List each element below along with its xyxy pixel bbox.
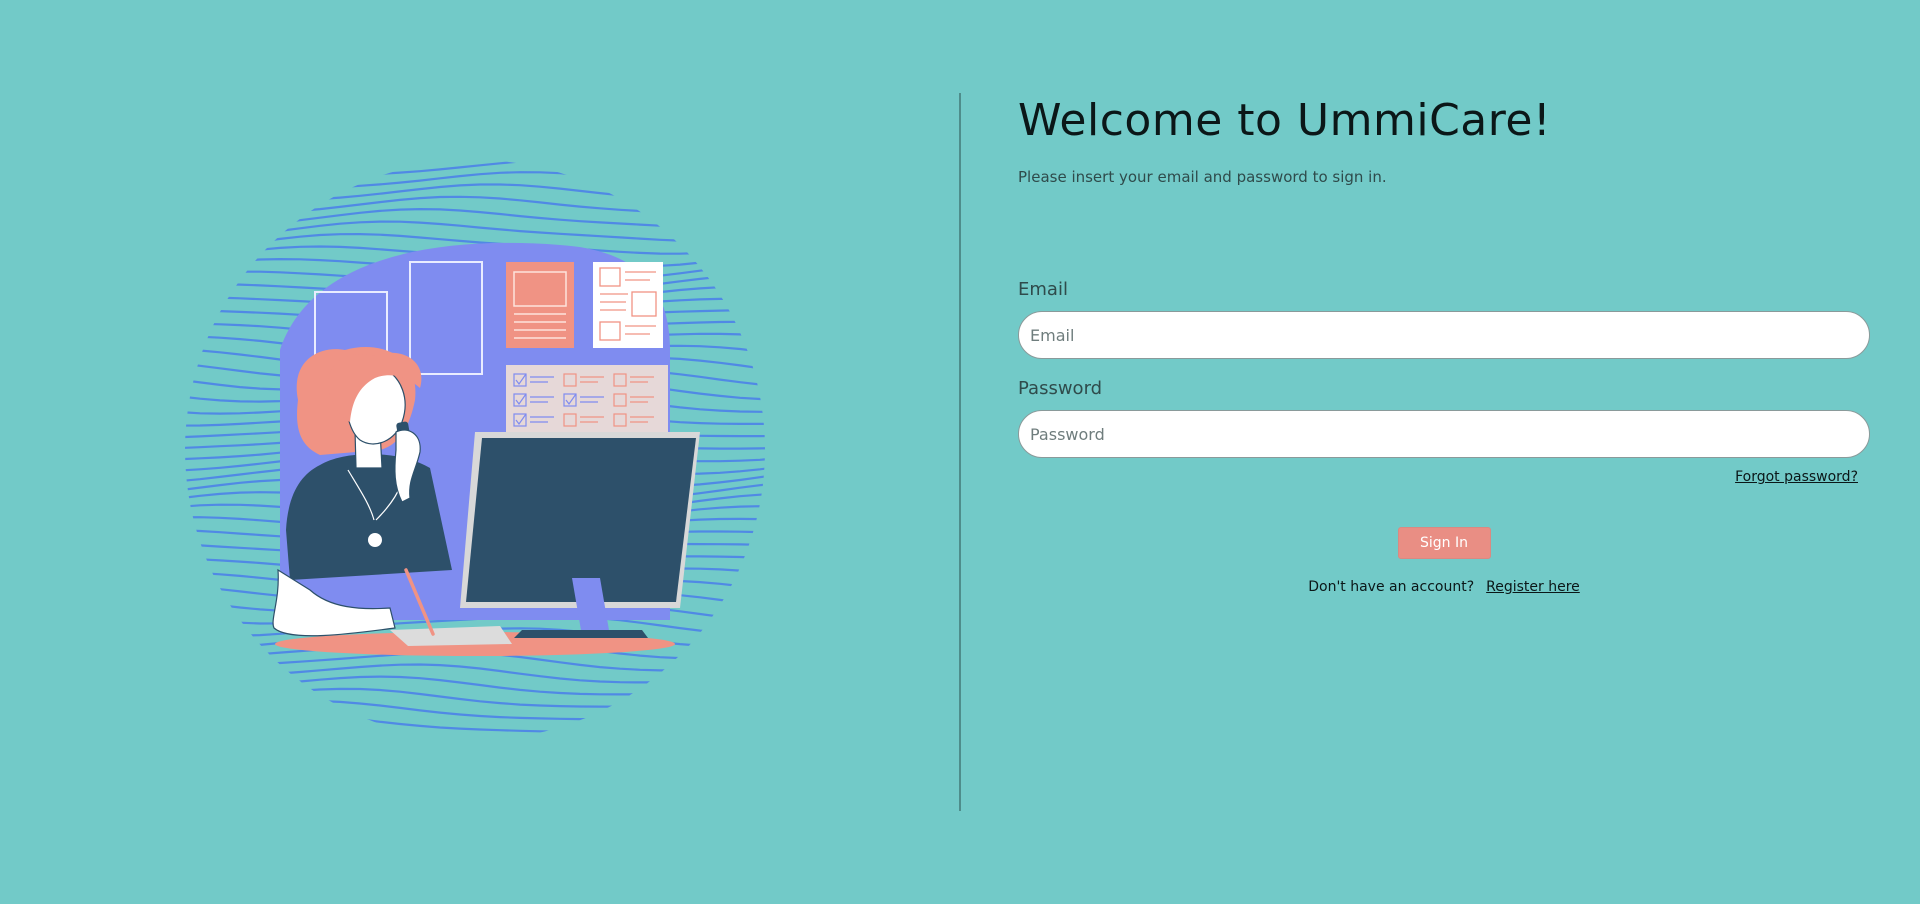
wave-line (185, 207, 765, 230)
wave-line (185, 220, 765, 243)
wave-line (185, 160, 765, 169)
wave-line (185, 663, 765, 684)
wave-line (185, 675, 765, 696)
computer-monitor (460, 432, 700, 638)
password-field-wrapper (1018, 410, 1870, 458)
wave-line (185, 183, 765, 205)
wave-line (185, 160, 765, 181)
wave-line (185, 699, 765, 721)
sign-in-button[interactable]: Sign In (1397, 527, 1491, 559)
password-field[interactable] (1019, 411, 1869, 457)
login-page: Welcome to UmmiCare! Please insert your … (0, 0, 1920, 904)
wave-line (185, 195, 765, 218)
email-field-wrapper (1018, 311, 1870, 359)
wave-line (185, 687, 765, 708)
forgot-password-row: Forgot password? (1018, 466, 1870, 485)
email-field[interactable] (1019, 312, 1869, 358)
signin-row: Sign In (1018, 527, 1870, 559)
checklist-board (506, 365, 668, 439)
page-subtitle: Please insert your email and password to… (1018, 168, 1387, 186)
page-title: Welcome to UmmiCare! (1018, 95, 1552, 146)
paper-sheet (390, 626, 512, 646)
woman-at-desk-illustration (185, 160, 765, 740)
register-row: Don't have an account? Register here (1018, 579, 1870, 595)
wave-line (185, 171, 765, 193)
necklace-pendant (368, 533, 382, 547)
register-prompt: Don't have an account? (1308, 579, 1475, 595)
document-poster-salmon (506, 262, 574, 348)
login-panel: Welcome to UmmiCare! Please insert your … (1018, 93, 1870, 595)
password-label: Password (1018, 378, 1103, 399)
woman-shirt (286, 454, 452, 580)
vertical-divider (959, 93, 961, 811)
forgot-password-link[interactable]: Forgot password? (1735, 469, 1858, 485)
email-label: Email (1018, 279, 1068, 300)
register-link[interactable]: Register here (1486, 579, 1580, 595)
document-poster-white (593, 262, 663, 348)
